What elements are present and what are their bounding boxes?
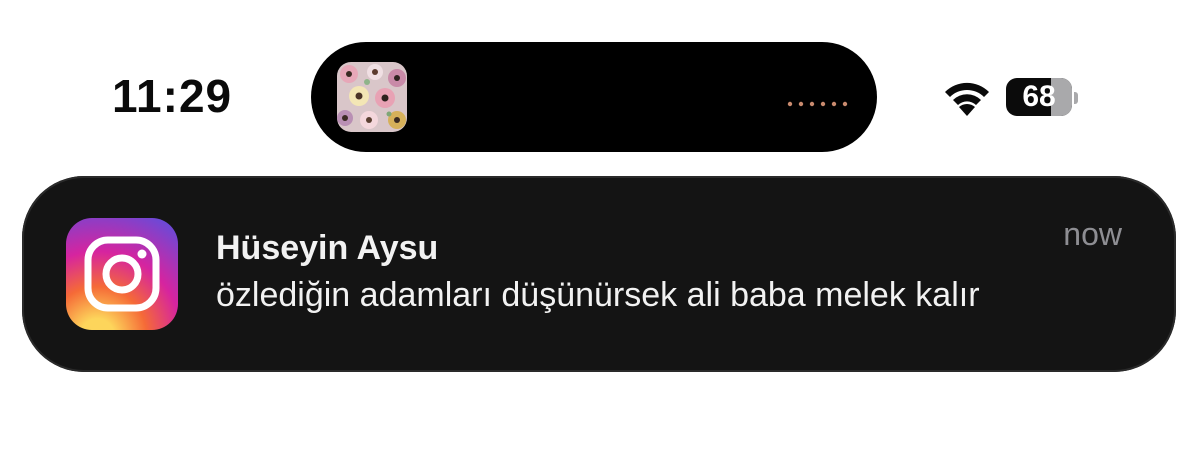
battery-tip	[1074, 92, 1078, 104]
notification-message: özlediğin adamları düşünürsek ali baba m…	[216, 276, 980, 314]
notification-time: now	[1063, 216, 1122, 252]
status-bar: 11:29 68	[0, 0, 1200, 170]
notification-sender: Hüseyin Aysu	[216, 229, 439, 267]
notification-banner[interactable]: Hüseyin Aysu özlediğin adamları düşünürs…	[22, 176, 1176, 372]
audio-waveform-icon	[787, 94, 849, 107]
dynamic-island[interactable]	[311, 42, 877, 152]
album-art-thumbnail[interactable]	[337, 62, 407, 132]
battery-indicator: 68	[1006, 78, 1072, 116]
battery-level: 68	[1022, 80, 1056, 113]
instagram-icon	[66, 218, 178, 330]
wifi-icon	[940, 78, 994, 118]
status-time: 11:29	[112, 70, 233, 122]
